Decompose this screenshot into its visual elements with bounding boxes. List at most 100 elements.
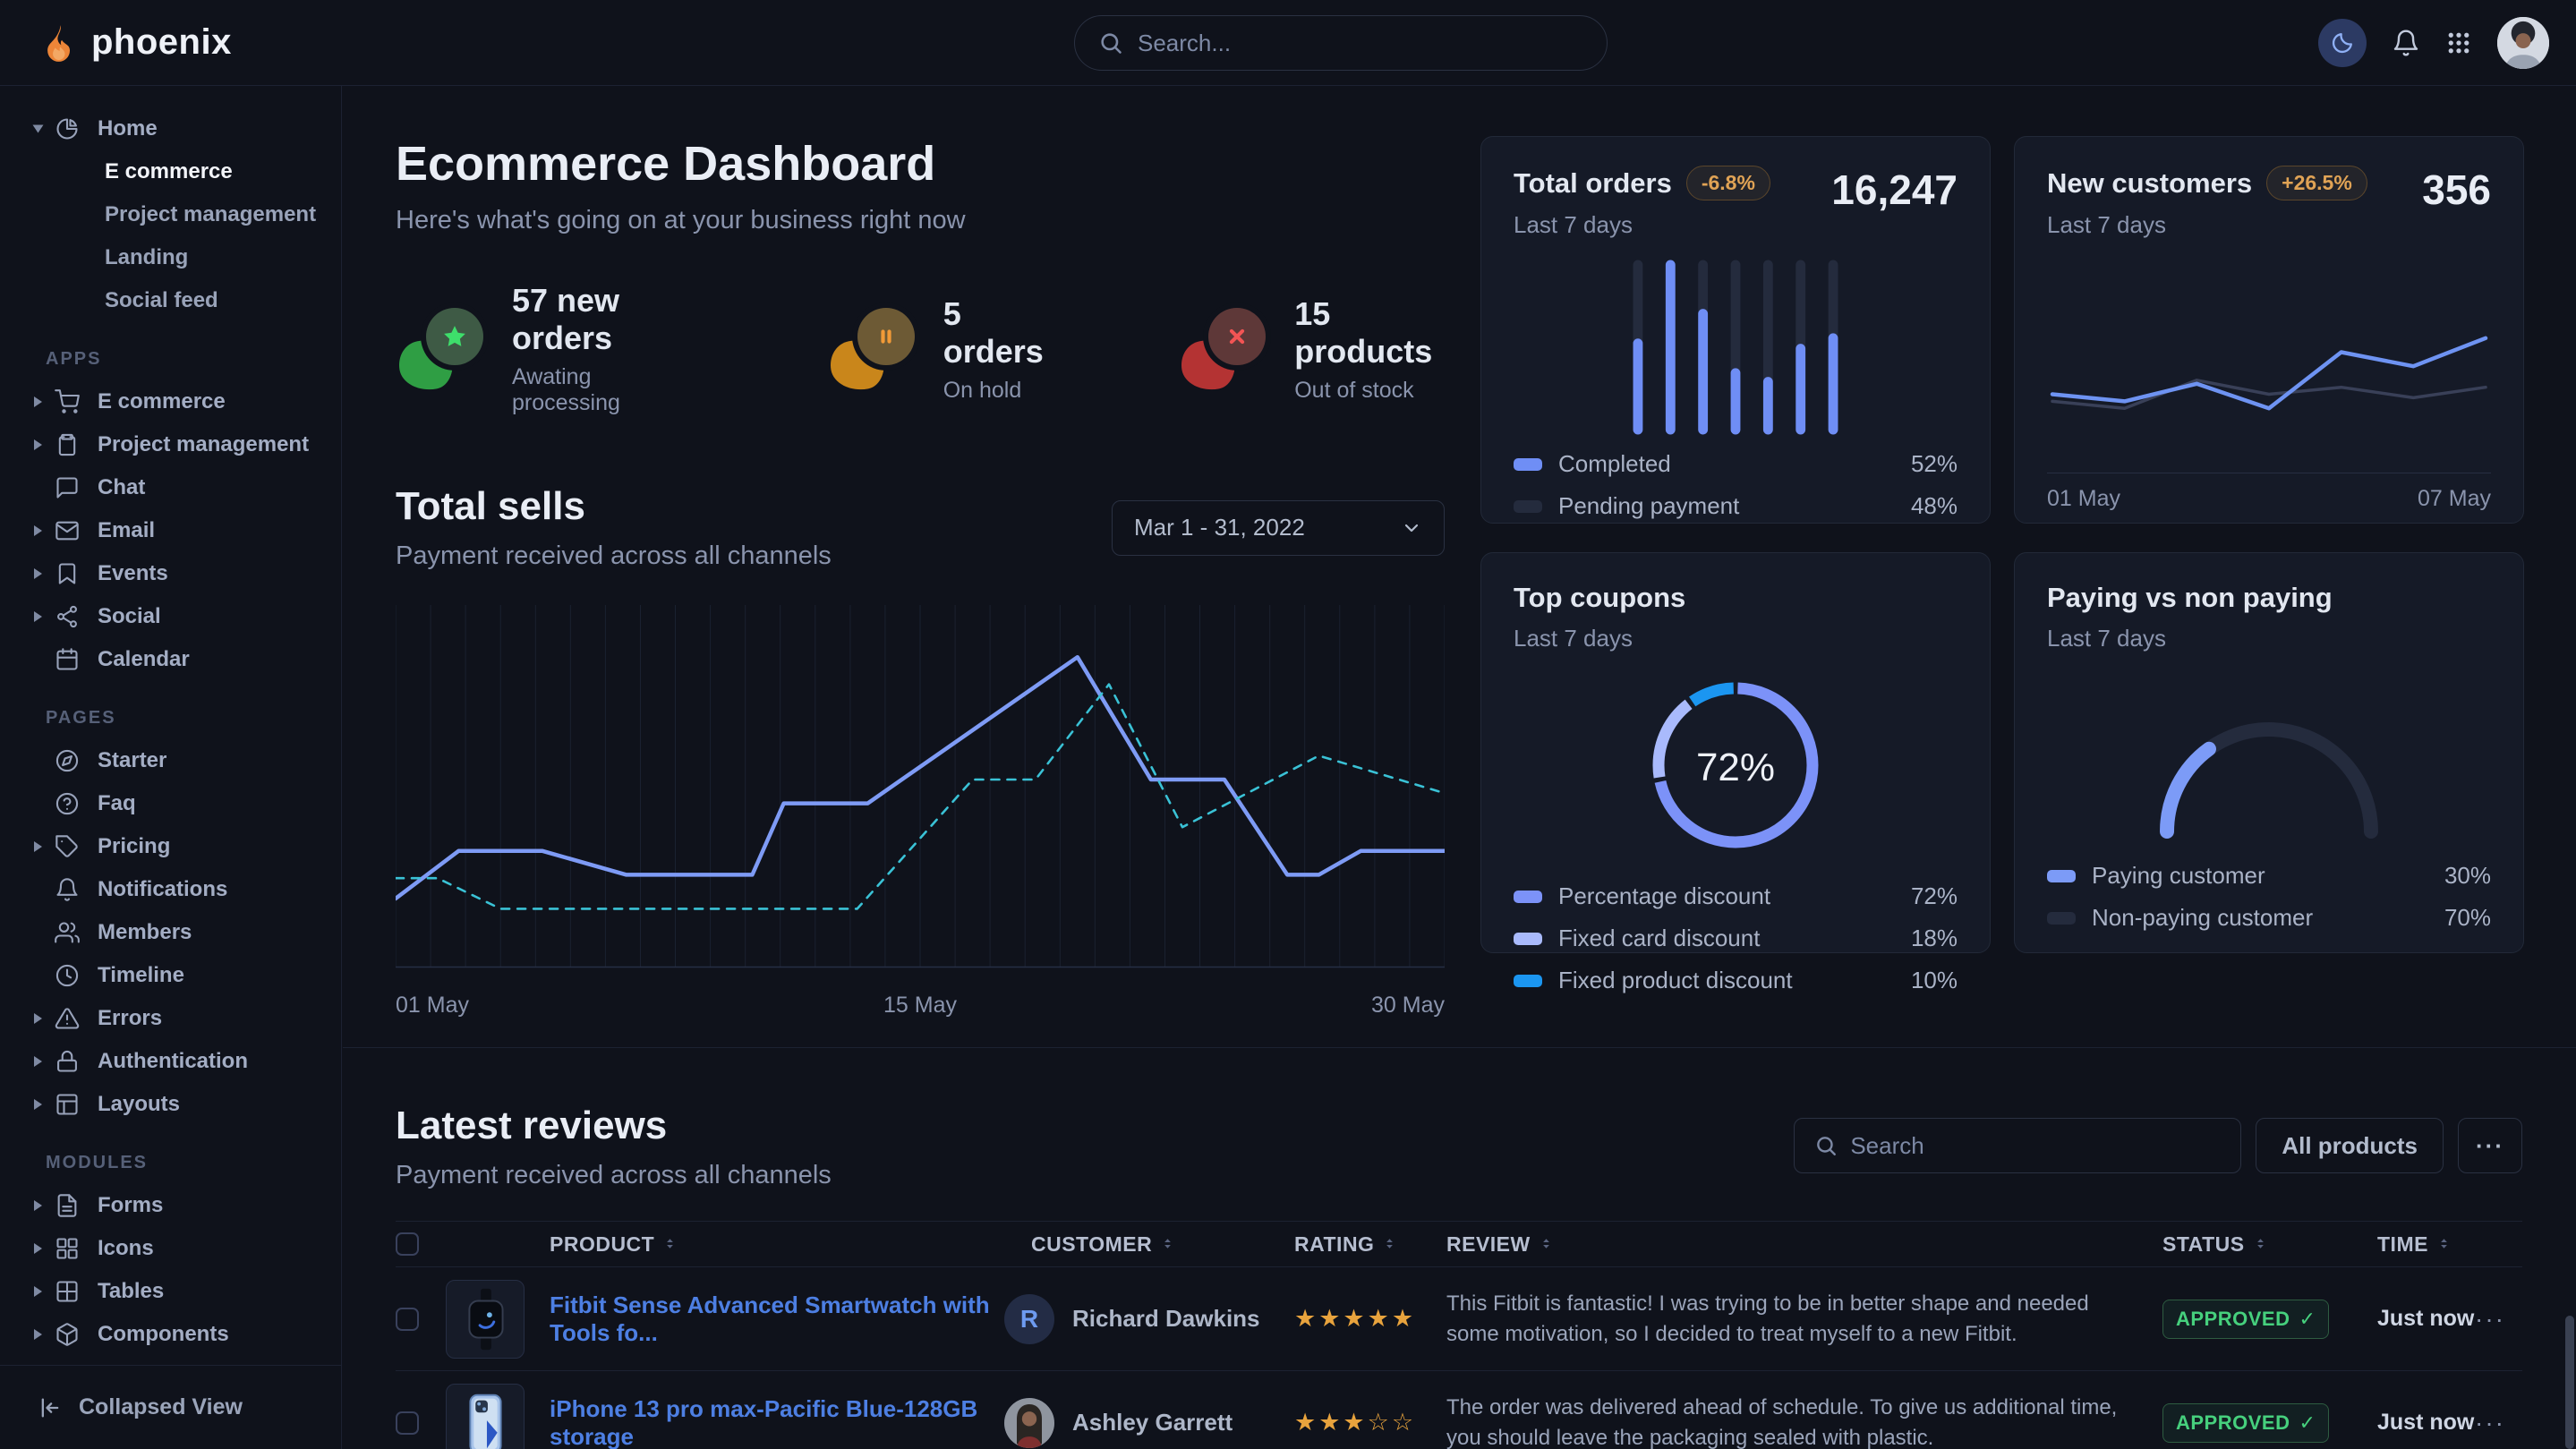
sidebar-item-icons[interactable]: Icons	[0, 1227, 341, 1270]
customer-avatar: R	[1004, 1294, 1054, 1344]
status-label: APPROVED	[2176, 1308, 2290, 1331]
column-header-customer[interactable]: CUSTOMER	[1001, 1232, 1260, 1257]
column-header-product[interactable]: PRODUCT	[446, 1232, 1001, 1257]
sidebar-item-timeline[interactable]: Timeline	[0, 954, 341, 997]
sidebar-section-label-pages: PAGES	[46, 708, 341, 729]
column-header-time[interactable]: TIME	[2324, 1232, 2458, 1257]
sidebar-item-label: Email	[98, 518, 155, 543]
sidebar-item-members[interactable]: Members	[0, 911, 341, 954]
notifications-button[interactable]	[2392, 29, 2420, 57]
user-avatar-photo	[2497, 17, 2549, 69]
mail-icon	[55, 518, 81, 543]
clock-icon	[55, 963, 81, 988]
sidebar-item-label: Layouts	[98, 1092, 180, 1117]
grid-icon	[55, 1236, 81, 1261]
product-link[interactable]: iPhone 13 pro max-Pacific Blue-128GB sto…	[550, 1395, 1001, 1449]
stat-on-hold: 5 ordersOn hold	[827, 295, 1045, 404]
select-all-checkbox[interactable]	[396, 1232, 419, 1256]
sidebar-item-label: Project management	[98, 432, 309, 457]
sidebar-item-label: Faq	[98, 791, 136, 816]
bell-icon	[2392, 29, 2420, 57]
sidebar-item-project-management[interactable]: Project management	[0, 423, 341, 466]
user-avatar[interactable]	[2497, 17, 2549, 69]
search-icon	[1814, 1134, 1838, 1157]
sort-icon	[1540, 1232, 1553, 1257]
column-header-review[interactable]: REVIEW	[1412, 1232, 2118, 1257]
sidebar-item-authentication[interactable]: Authentication	[0, 1040, 341, 1083]
row-checkbox[interactable]	[396, 1411, 419, 1435]
sidebar-item-events[interactable]: Events	[0, 552, 341, 595]
row-more-button[interactable]: ···	[2458, 1305, 2522, 1334]
stat-text: 15 productsOut of stock	[1294, 295, 1445, 404]
collapse-view-label: Collapsed View	[79, 1394, 243, 1420]
sidebar-item-forms[interactable]: Forms	[0, 1184, 341, 1227]
total-sells-x-axis: 01 May 15 May 30 May	[396, 993, 1445, 1019]
customer-avatar	[1004, 1398, 1054, 1448]
legend-label: Fixed card discount	[1558, 925, 1760, 952]
legend-item-fixed-product-discount: Fixed product discount10%	[1514, 967, 1958, 994]
brand[interactable]: phoenix	[38, 22, 343, 64]
sidebar-item-pricing[interactable]: Pricing	[0, 825, 341, 868]
legend-label: Non-paying customer	[2092, 904, 2313, 932]
sidebar-item-layouts[interactable]: Layouts	[0, 1083, 341, 1126]
row-select-cell	[396, 1411, 446, 1435]
column-header-status[interactable]: STATUS	[2118, 1232, 2324, 1257]
apps-grid-button[interactable]	[2445, 30, 2472, 56]
sidebar-item-landing[interactable]: Landing	[0, 236, 341, 279]
star-icon	[426, 308, 483, 365]
theme-toggle-button[interactable]	[2318, 19, 2367, 67]
sidebar-item-label: E commerce	[98, 389, 226, 414]
stat-value: 15 products	[1294, 295, 1445, 371]
column-header-label: CUSTOMER	[1031, 1232, 1152, 1257]
sidebar-item-e-commerce[interactable]: E commerce	[0, 150, 341, 193]
total-sells-subtitle: Payment received across all channels	[396, 541, 832, 571]
chevron-down-icon	[33, 125, 44, 133]
reviews-search[interactable]	[1794, 1118, 2241, 1173]
scrollbar-thumb[interactable]	[2565, 1316, 2574, 1449]
sidebar-item-e-commerce[interactable]: E commerce	[0, 380, 341, 423]
sidebar-item-social[interactable]: Social	[0, 595, 341, 638]
date-range-select[interactable]: Mar 1 - 31, 2022	[1112, 500, 1445, 556]
latest-reviews-title: Latest reviews	[396, 1104, 832, 1148]
sidebar-item-social-feed[interactable]: Social feed	[0, 279, 341, 322]
top-coupons-legend: Percentage discount72% Fixed card discoun…	[1514, 868, 1958, 994]
legend-value: 48%	[1911, 492, 1958, 520]
card-title: New customers	[2047, 167, 2252, 200]
sidebar-item-email[interactable]: Email	[0, 509, 341, 552]
chevron-right-icon	[34, 525, 42, 536]
sidebar-item-chat[interactable]: Chat	[0, 466, 341, 509]
sidebar-item-faq[interactable]: Faq	[0, 782, 341, 825]
legend-label: Percentage discount	[1558, 882, 1770, 910]
reviews-search-input[interactable]	[1850, 1132, 2221, 1160]
sidebar-item-label: Starter	[98, 748, 166, 773]
sidebar-item-label: Timeline	[98, 963, 184, 988]
sidebar-item-tables[interactable]: Tables	[0, 1270, 341, 1313]
legend-item-percentage-discount: Percentage discount72%	[1514, 882, 1958, 910]
sidebar-item-starter[interactable]: Starter	[0, 739, 341, 782]
chevron-right-icon	[34, 1200, 42, 1211]
sidebar-item-notifications[interactable]: Notifications	[0, 868, 341, 911]
x-stat-icon	[1178, 306, 1271, 392]
sidebar-item-project-management[interactable]: Project management	[0, 193, 341, 236]
search-input[interactable]	[1138, 30, 1583, 57]
date-range-value: Mar 1 - 31, 2022	[1134, 514, 1305, 541]
collapse-view-toggle[interactable]: Collapsed View	[0, 1365, 341, 1449]
card-title: Total orders	[1514, 167, 1672, 200]
paying-legend: Paying customer30%Non-paying customer70%	[2047, 848, 2491, 932]
all-products-button[interactable]: All products	[2256, 1118, 2444, 1173]
column-header-rating[interactable]: RATING	[1260, 1232, 1412, 1257]
top-nav: phoenix	[0, 0, 2576, 86]
sidebar-item-home[interactable]: Home	[0, 107, 341, 150]
rating-stars: ★★★☆☆	[1260, 1409, 1412, 1436]
sidebar-item-calendar[interactable]: Calendar	[0, 638, 341, 681]
card-period: Last 7 days	[1514, 625, 1685, 652]
reviews-more-button[interactable]: ···	[2458, 1118, 2522, 1173]
sidebar-item-errors[interactable]: Errors	[0, 997, 341, 1040]
row-more-button[interactable]: ···	[2458, 1409, 2522, 1437]
row-checkbox[interactable]	[396, 1308, 419, 1331]
sidebar-item-components[interactable]: Components	[0, 1313, 341, 1356]
product-link[interactable]: Fitbit Sense Advanced Smartwatch with To…	[550, 1291, 1001, 1347]
legend-label: Completed	[1558, 450, 1671, 478]
sidebar-item-label: Icons	[98, 1236, 154, 1261]
global-search[interactable]	[1074, 15, 1608, 71]
